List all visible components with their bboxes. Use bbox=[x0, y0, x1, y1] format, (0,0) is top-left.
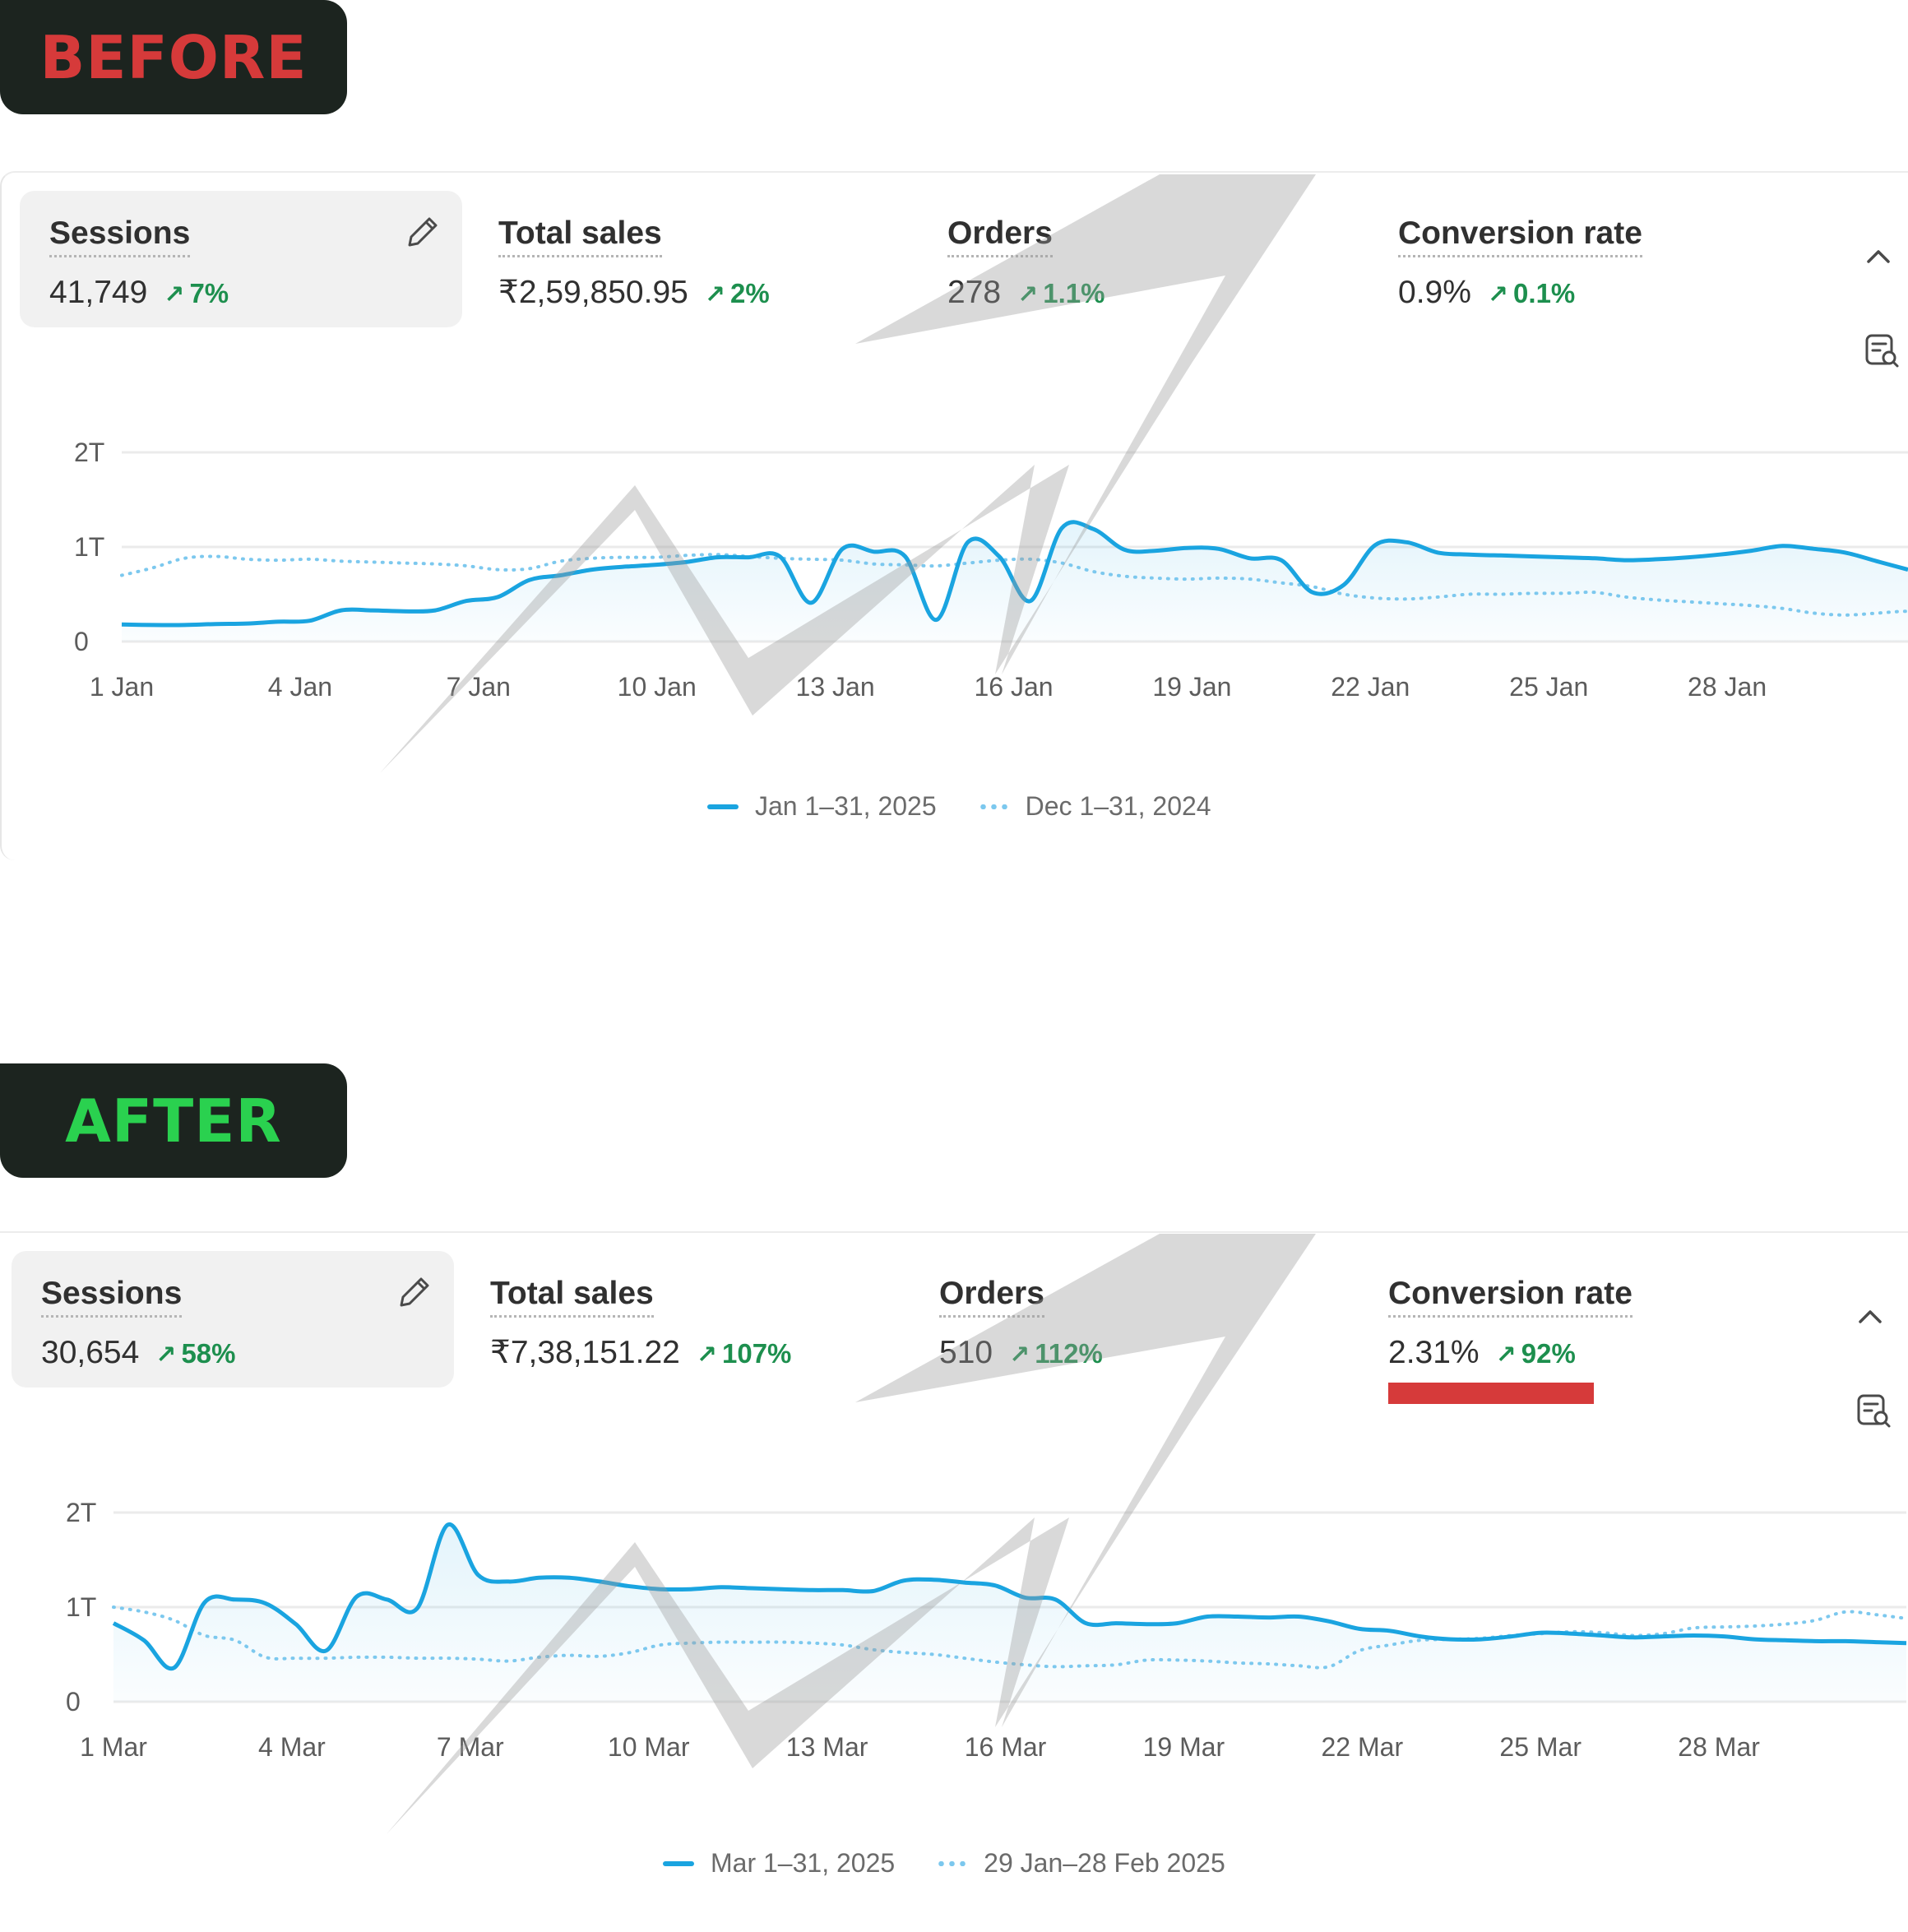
chevron-up-icon[interactable] bbox=[1854, 1304, 1887, 1328]
metric-card-sessions[interactable]: Sessions 41,749 ↗ 7% bbox=[20, 191, 462, 327]
metric-delta: ↗ 2% bbox=[704, 278, 770, 308]
x-tick-label: 28 Jan bbox=[1688, 672, 1767, 702]
x-tick-label: 19 Jan bbox=[1152, 672, 1231, 702]
x-tick-label: 16 Jan bbox=[974, 672, 1053, 702]
metric-card-orders[interactable]: Orders 510 ↗ 112% bbox=[910, 1251, 1352, 1388]
legend-previous-label: 29 Jan–28 Feb 2025 bbox=[984, 1848, 1225, 1878]
metric-card-orders[interactable]: Orders 278 ↗ 1.1% bbox=[918, 191, 1360, 327]
metric-card-sessions[interactable]: Sessions 30,654 ↗ 58% bbox=[12, 1251, 454, 1388]
x-tick-label: 7 Mar bbox=[437, 1732, 504, 1762]
metric-label[interactable]: Conversion rate bbox=[1398, 215, 1642, 257]
x-tick-label: 1 Jan bbox=[90, 672, 154, 702]
legend-swatch-current bbox=[663, 1860, 694, 1866]
metric-delta: ↗ 0.1% bbox=[1487, 278, 1576, 308]
metric-delta: ↗ 92% bbox=[1495, 1338, 1576, 1369]
x-tick-label: 7 Jan bbox=[447, 672, 511, 702]
legend-previous-label: Dec 1–31, 2024 bbox=[1025, 791, 1211, 821]
analytics-panel-after: Sessions 30,654 ↗ 58% Total sales ₹7,38,15… bbox=[0, 1231, 1908, 1932]
chevron-up-icon[interactable] bbox=[1862, 243, 1895, 268]
metric-value-row: 2.31% ↗ 92% bbox=[1388, 1333, 1576, 1375]
metric-card-total-sales[interactable]: Total sales ₹2,59,850.95 ↗ 2% bbox=[469, 191, 911, 327]
metric-value: 2.31% bbox=[1388, 1335, 1480, 1370]
x-tick-label: 10 Jan bbox=[618, 672, 697, 702]
sessions-line-chart: 0 1T 2T 1 Mar 4 Mar 7 Mar 10 Mar 13 Mar 16 Mar 19… bbox=[66, 1498, 1908, 1762]
metric-card-conversion-rate[interactable]: Conversion rate 2.31% ↗ 92% bbox=[1359, 1251, 1801, 1388]
x-tick-label: 28 Mar bbox=[1678, 1732, 1760, 1762]
arrow-up-right-icon: ↗ bbox=[155, 1341, 177, 1369]
x-tick-label: 13 Jan bbox=[796, 672, 875, 702]
x-tick-label: 22 Mar bbox=[1322, 1732, 1404, 1762]
metric-card-conversion-rate[interactable]: Conversion rate 0.9% ↗ 0.1% bbox=[1368, 191, 1811, 327]
chart-legend: Mar 1–31, 2025 29 Jan–28 Feb 2025 bbox=[663, 1848, 1225, 1879]
y-tick-label: 2T bbox=[66, 1498, 96, 1527]
before-label: BEFORE bbox=[0, 0, 347, 114]
legend-current-label: Mar 1–31, 2025 bbox=[711, 1848, 896, 1878]
x-tick-label: 16 Mar bbox=[965, 1732, 1047, 1762]
series-area-fill bbox=[113, 1524, 1906, 1702]
x-tick-label: 25 Jan bbox=[1509, 672, 1588, 702]
pencil-icon[interactable] bbox=[405, 214, 441, 250]
y-tick-label: 1T bbox=[74, 532, 104, 562]
metric-label[interactable]: Total sales bbox=[490, 1276, 654, 1318]
sessions-line-chart: 0 1T 2T 1 Jan 4 Jan 7 Jan 10 Jan 13 Jan 16 Jan 19… bbox=[74, 438, 1908, 702]
metric-card-total-sales[interactable]: Total sales ₹7,38,151.22 ↗ 107% bbox=[461, 1251, 903, 1388]
chart-legend: Jan 1–31, 2025 Dec 1–31, 2024 bbox=[707, 791, 1211, 822]
metric-value-row: 0.9% ↗ 0.1% bbox=[1398, 273, 1575, 315]
arrow-up-right-icon: ↗ bbox=[1009, 1341, 1030, 1369]
metric-value-row: ₹7,38,151.22 ↗ 107% bbox=[490, 1333, 791, 1375]
metric-label[interactable]: Total sales bbox=[498, 215, 662, 257]
metric-value: ₹7,38,151.22 bbox=[490, 1335, 680, 1370]
x-tick-label: 4 Jan bbox=[268, 672, 332, 702]
legend-swatch-previous bbox=[977, 804, 1009, 809]
analytics-panel-before: Sessions 41,749 ↗ 7% Total sales ₹2,59,850… bbox=[0, 171, 1908, 860]
x-tick-label: 10 Mar bbox=[608, 1732, 690, 1762]
y-tick-label: 2T bbox=[74, 438, 104, 467]
legend-swatch-previous bbox=[936, 1860, 968, 1866]
metric-delta: ↗ 58% bbox=[155, 1338, 236, 1369]
x-tick-label: 4 Mar bbox=[258, 1732, 326, 1762]
arrow-up-right-icon: ↗ bbox=[1495, 1341, 1517, 1369]
arrow-up-right-icon: ↗ bbox=[704, 281, 725, 308]
legend-current-label: Jan 1–31, 2025 bbox=[755, 791, 937, 821]
metric-value: 510 bbox=[939, 1335, 993, 1370]
metric-label[interactable]: Conversion rate bbox=[1388, 1276, 1632, 1318]
highlight-underline bbox=[1388, 1383, 1594, 1404]
metric-delta: ↗ 107% bbox=[696, 1338, 792, 1369]
metric-value-row: 510 ↗ 112% bbox=[939, 1333, 1103, 1375]
metric-label[interactable]: Orders bbox=[947, 215, 1053, 257]
metric-value-row: 278 ↗ 1.1% bbox=[947, 273, 1105, 315]
metric-value: 30,654 bbox=[41, 1335, 140, 1370]
metric-value: ₹2,59,850.95 bbox=[498, 275, 688, 310]
metric-label[interactable]: Sessions bbox=[49, 215, 191, 257]
metric-value-row: 41,749 ↗ 7% bbox=[49, 273, 229, 315]
metric-value: 278 bbox=[947, 275, 1002, 310]
metric-value-row: ₹2,59,850.95 ↗ 2% bbox=[498, 273, 770, 315]
metric-delta: ↗ 112% bbox=[1009, 1338, 1103, 1369]
metric-delta: ↗ 1.1% bbox=[1017, 278, 1105, 308]
metric-delta: ↗ 7% bbox=[164, 278, 229, 308]
metric-label[interactable]: Sessions bbox=[41, 1276, 183, 1318]
pencil-icon[interactable] bbox=[396, 1274, 433, 1310]
x-tick-label: 1 Mar bbox=[80, 1732, 147, 1762]
after-label: AFTER bbox=[0, 1063, 347, 1178]
metric-value-row: 30,654 ↗ 58% bbox=[41, 1333, 236, 1375]
arrow-up-right-icon: ↗ bbox=[1487, 281, 1509, 308]
arrow-up-right-icon: ↗ bbox=[696, 1341, 717, 1369]
x-tick-label: 13 Mar bbox=[786, 1732, 868, 1762]
y-tick-label: 1T bbox=[66, 1592, 96, 1622]
x-tick-label: 25 Mar bbox=[1499, 1732, 1582, 1762]
y-tick-label: 0 bbox=[66, 1687, 81, 1717]
metric-value: 0.9% bbox=[1398, 275, 1471, 310]
y-tick-label: 0 bbox=[74, 627, 89, 656]
x-tick-label: 22 Jan bbox=[1331, 672, 1410, 702]
arrow-up-right-icon: ↗ bbox=[164, 281, 185, 308]
legend-swatch-current bbox=[707, 804, 739, 809]
metric-value: 41,749 bbox=[49, 275, 148, 310]
arrow-up-right-icon: ↗ bbox=[1017, 281, 1039, 308]
metric-label[interactable]: Orders bbox=[939, 1276, 1044, 1318]
x-tick-label: 19 Mar bbox=[1143, 1732, 1225, 1762]
